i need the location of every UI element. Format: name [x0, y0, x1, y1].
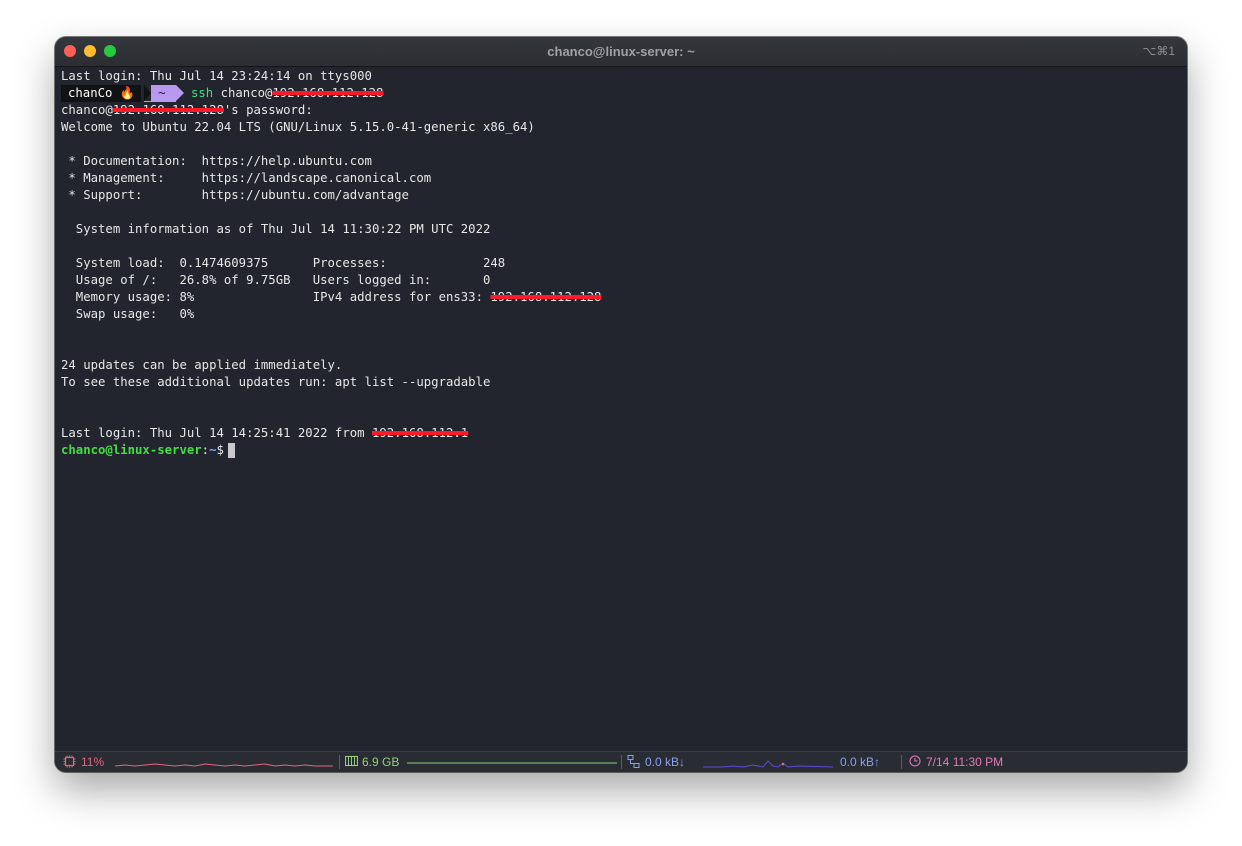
redacted-ip: 192.168.112.1 — [371, 426, 469, 440]
status-separator — [901, 755, 902, 769]
prompt-colon: : — [201, 443, 210, 457]
network-download: 0.0 kB↓ — [645, 755, 686, 769]
password-user: chanco@ — [61, 103, 113, 117]
redacted-ip: 192.168.112.128 — [272, 86, 384, 100]
tab-shortcut: ⌥⌘1 — [1142, 44, 1175, 58]
prompt-user-host: chanco@linux-server — [61, 443, 202, 457]
network-sparkline — [703, 760, 833, 768]
redacted-ip: 192.168.112.128 — [112, 103, 224, 117]
title-bar: chanco@linux-server: ~ ⌥⌘1 — [55, 37, 1187, 67]
sysinfo-line: Memory usage: 8% IPv4 address for ens33:… — [61, 289, 1181, 306]
command-name: ssh — [190, 86, 214, 100]
memory-sparkline — [407, 762, 617, 764]
sysinfo-line: Usage of /: 26.8% of 9.75GB Users logged… — [61, 273, 491, 287]
welcome-message: Welcome to Ubuntu 22.04 LTS (GNU/Linux 5… — [61, 120, 535, 134]
sysinfo-line: Swap usage: 0% — [61, 307, 195, 321]
password-label: 's password: — [223, 103, 313, 117]
terminal-window: chanco@linux-server: ~ ⌥⌘1 Last login: T… — [55, 37, 1187, 772]
cpu-icon — [63, 755, 76, 771]
sysinfo-header: System information as of Thu Jul 14 11:3… — [61, 222, 491, 236]
clock-icon — [909, 755, 921, 770]
link-line: * Support: https://ubuntu.com/advantage — [61, 188, 409, 202]
cpu-usage: 11% — [81, 755, 105, 769]
updates-line: To see these additional updates run: apt… — [61, 375, 491, 389]
password-prompt: chanco@192.168.112.128's password: — [61, 102, 1181, 119]
terminal-output[interactable]: Last login: Thu Jul 14 23:24:14 on ttys0… — [61, 68, 1181, 748]
cpu-sparkline — [115, 763, 333, 767]
memory-and-ipv4: Memory usage: 8% IPv4 address for ens33: — [61, 290, 491, 304]
prompt-arrow-icon — [175, 85, 184, 101]
ssh-command-line: chanCo 🔥 ~ ssh chanco@192.168.112.128 — [61, 85, 1181, 102]
status-bar: 11% 6.9 GB 0.0 kB↓ 0.0 kB↑ 7/14 11:30 PM — [55, 751, 1187, 772]
prompt-symbol: $ — [216, 443, 224, 457]
network-upload: 0.0 kB↑ — [840, 755, 881, 769]
window-title: chanco@linux-server: ~ — [547, 44, 695, 59]
last-login-local: Last login: Thu Jul 14 23:24:14 on ttys0… — [61, 69, 372, 83]
last-login-remote: Last login: Thu Jul 14 14:25:41 2022 fro… — [61, 425, 1181, 442]
prompt-user-segment: chanCo 🔥 — [61, 85, 142, 102]
last-login-text: Last login: Thu Jul 14 14:25:41 2022 fro… — [61, 426, 372, 440]
updates-line: 24 updates can be applied immediately. — [61, 358, 343, 372]
text-cursor[interactable] — [227, 443, 235, 458]
sysinfo-line: System load: 0.1474609375 Processes: 248 — [61, 256, 506, 270]
memory-icon — [344, 755, 359, 770]
shell-prompt[interactable]: chanco@linux-server:~$ — [61, 442, 1181, 459]
command-args: chanco@ — [213, 86, 273, 100]
redacted-ip: 192.168.112.128 — [490, 290, 602, 304]
memory-usage: 6.9 GB — [362, 755, 400, 769]
status-separator — [339, 755, 340, 769]
link-line: * Documentation: https://help.ubuntu.com — [61, 154, 372, 168]
link-line: * Management: https://landscape.canonica… — [61, 171, 432, 185]
clock-time: 7/14 11:30 PM — [926, 755, 1004, 769]
status-separator — [621, 755, 622, 769]
network-icon — [627, 755, 640, 771]
prompt-dir-segment: ~ — [144, 85, 176, 102]
